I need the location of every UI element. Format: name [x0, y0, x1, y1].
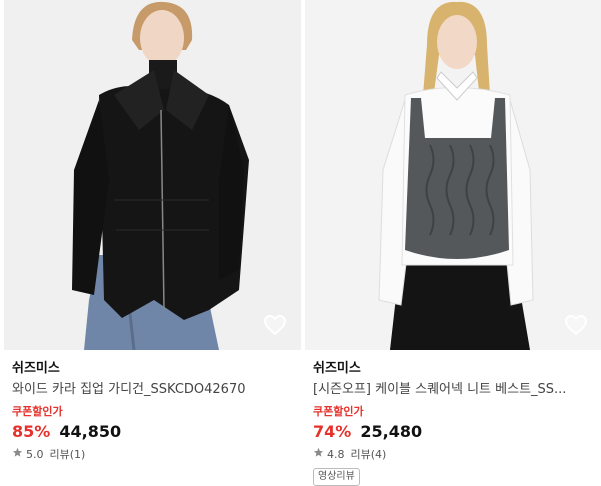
- brand-name[interactable]: 쉬즈미스: [313, 361, 596, 377]
- review-count[interactable]: 리뷰(4): [351, 448, 387, 462]
- heart-outline-icon[interactable]: [564, 314, 588, 336]
- product-image[interactable]: [4, 0, 301, 350]
- review-count[interactable]: 리뷰(1): [50, 448, 86, 462]
- star-icon: [12, 447, 23, 462]
- video-review-badge: 영상리뷰: [313, 468, 360, 486]
- product-info: 쉬즈미스 와이드 카라 집업 가디건_SSKCDO42670 쿠폰할인가 85%…: [4, 361, 301, 462]
- product-grid: 쉬즈미스 와이드 카라 집업 가디건_SSKCDO42670 쿠폰할인가 85%…: [0, 0, 601, 486]
- rating-score: 5.0: [26, 447, 44, 461]
- product-info: 쉬즈미스 [시즌오프] 케이블 스퀘어넥 니트 베스트_SS... 쿠폰할인가 …: [305, 361, 601, 486]
- star-icon: [313, 447, 324, 462]
- price-row: 74% 25,480: [313, 422, 596, 442]
- brand-name[interactable]: 쉬즈미스: [12, 361, 295, 377]
- sale-price: 44,850: [59, 422, 122, 441]
- price-row: 85% 44,850: [12, 422, 295, 442]
- discount-rate: 74%: [313, 422, 352, 441]
- product-image[interactable]: [305, 0, 601, 350]
- product-name[interactable]: [시즌오프] 케이블 스퀘어넥 니트 베스트_SS...: [313, 381, 583, 399]
- rating-row: 5.0 리뷰(1): [12, 447, 295, 462]
- coupon-label: 쿠폰할인가: [313, 405, 364, 418]
- product-card[interactable]: 쉬즈미스 와이드 카라 집업 가디건_SSKCDO42670 쿠폰할인가 85%…: [4, 0, 301, 480]
- product-name[interactable]: 와이드 카라 집업 가디건_SSKCDO42670: [12, 381, 282, 399]
- discount-rate: 85%: [12, 422, 51, 441]
- coupon-label: 쿠폰할인가: [12, 405, 63, 418]
- heart-outline-icon[interactable]: [263, 314, 287, 336]
- sale-price: 25,480: [360, 422, 423, 441]
- rating-score: 4.8: [327, 447, 345, 461]
- rating-row: 4.8 리뷰(4): [313, 447, 596, 462]
- product-card[interactable]: 쉬즈미스 [시즌오프] 케이블 스퀘어넥 니트 베스트_SS... 쿠폰할인가 …: [305, 0, 601, 486]
